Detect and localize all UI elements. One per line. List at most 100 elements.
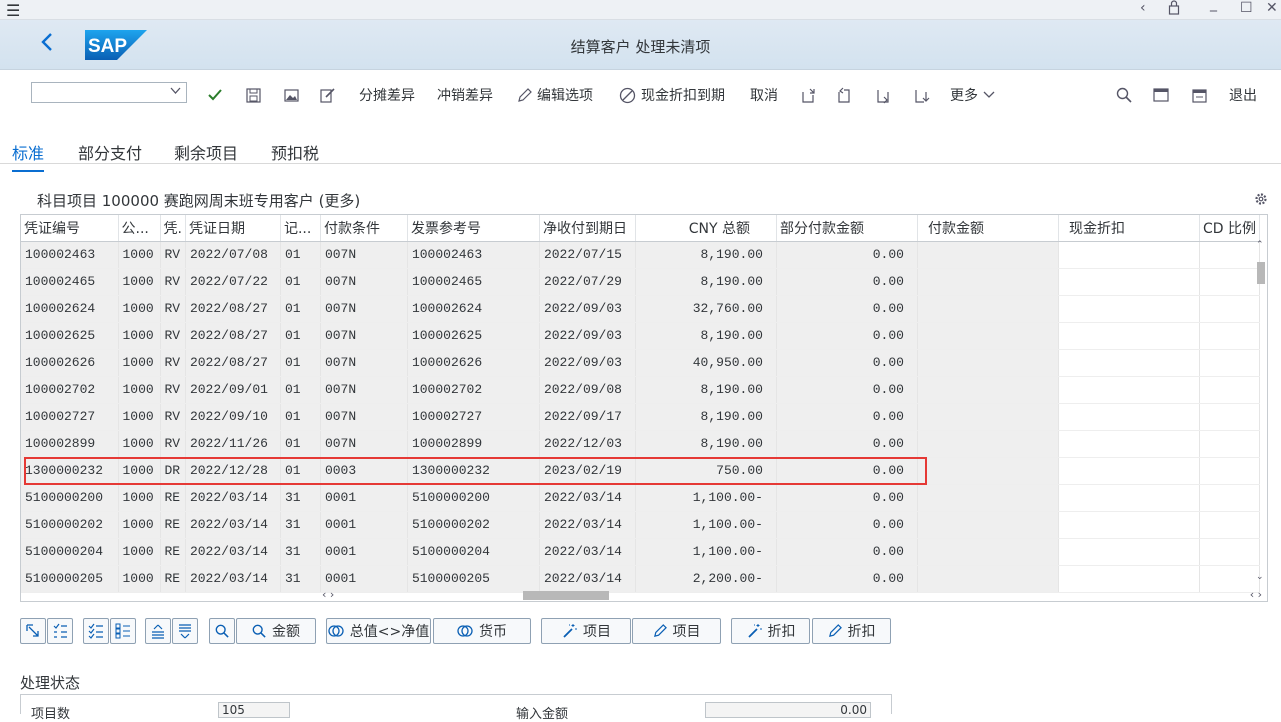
company-code-cell[interactable]: 1000 xyxy=(118,349,161,377)
column-header[interactable]: 凭证编号 xyxy=(21,215,119,242)
partial-payment-cell[interactable]: 0.00 xyxy=(776,349,918,377)
table-row[interactable]: 5100000200 1000 RE 2022/03/14 31 0001 51000002… xyxy=(21,484,1260,512)
maximize-icon[interactable]: ☐ xyxy=(1240,0,1253,16)
cd-ratio-cell[interactable] xyxy=(1199,376,1260,404)
payment-terms-cell[interactable]: 007N xyxy=(320,349,408,377)
payment-terms-cell[interactable]: 0001 xyxy=(320,538,408,566)
tab-withholding-tax[interactable]: 预扣税 xyxy=(271,140,319,164)
posting-key-cell[interactable]: 01 xyxy=(280,376,321,404)
table-row[interactable]: 100002465 1000 RV 2022/07/22 01 007N 100002465… xyxy=(21,268,1260,296)
company-code-cell[interactable]: 1000 xyxy=(118,295,161,323)
partial-payment-cell[interactable]: 0.00 xyxy=(776,376,918,404)
company-code-cell[interactable]: 1000 xyxy=(118,538,161,566)
partial-payment-cell[interactable]: 0.00 xyxy=(776,484,918,512)
payment-amount-cell[interactable] xyxy=(917,268,1059,296)
document-date-cell[interactable]: 2022/03/14 xyxy=(185,538,281,566)
partial-payment-cell[interactable]: 0.00 xyxy=(776,268,918,296)
partial-payment-cell[interactable]: 0.00 xyxy=(776,322,918,350)
table-row[interactable]: 100002727 1000 RV 2022/09/10 01 007N 100002727… xyxy=(21,403,1260,431)
net-due-date-cell[interactable]: 2022/09/08 xyxy=(539,376,636,404)
posting-key-cell[interactable]: 01 xyxy=(280,457,321,485)
vertical-scrollbar[interactable]: ⌃ ⌄ xyxy=(1254,240,1267,586)
activate-items-button[interactable] xyxy=(83,618,109,644)
net-due-date-cell[interactable]: 2022/07/29 xyxy=(539,268,636,296)
document-date-cell[interactable]: 2022/11/26 xyxy=(185,430,281,458)
more-button[interactable]: 更多 xyxy=(950,85,995,105)
net-due-date-cell[interactable]: 2023/02/19 xyxy=(539,457,636,485)
company-code-cell[interactable]: 1000 xyxy=(118,484,161,512)
posting-key-cell[interactable]: 01 xyxy=(280,295,321,323)
search-icon[interactable] xyxy=(1116,85,1132,105)
cancel-button[interactable]: 取消 xyxy=(750,85,778,105)
invoice-reference-cell[interactable]: 1300000232 xyxy=(407,457,540,485)
find-button[interactable] xyxy=(209,618,235,644)
posting-key-cell[interactable]: 31 xyxy=(280,511,321,539)
payment-amount-cell[interactable] xyxy=(917,349,1059,377)
partial-payment-cell[interactable]: 0.00 xyxy=(776,538,918,566)
column-header[interactable]: 付款条件 xyxy=(320,215,408,242)
cd-ratio-cell[interactable] xyxy=(1199,403,1260,431)
table-row[interactable]: 100002899 1000 RV 2022/11/26 01 007N 100002899… xyxy=(21,430,1260,458)
column-header[interactable]: 现金折扣 xyxy=(1058,215,1200,242)
net-due-date-cell[interactable]: 2022/12/03 xyxy=(539,430,636,458)
invoice-reference-cell[interactable]: 100002626 xyxy=(407,349,540,377)
invoice-reference-cell[interactable]: 5100000202 xyxy=(407,511,540,539)
payment-amount-cell[interactable] xyxy=(917,430,1059,458)
partial-payment-cell[interactable]: 0.00 xyxy=(776,457,918,485)
total-amount-cell[interactable]: 32,760.00 xyxy=(635,295,777,323)
lock-icon[interactable] xyxy=(1168,0,1180,19)
partial-payment-cell[interactable]: 0.00 xyxy=(776,403,918,431)
table-row[interactable]: 100002625 1000 RV 2022/08/27 01 007N 100002625… xyxy=(21,322,1260,350)
total-amount-cell[interactable]: 8,190.00 xyxy=(635,430,777,458)
partial-payment-cell[interactable]: 0.00 xyxy=(776,430,918,458)
items-edit-button[interactable]: 项目 xyxy=(632,618,721,644)
partial-payment-cell[interactable]: 0.00 xyxy=(776,511,918,539)
back-small-icon[interactable]: ‹ xyxy=(1140,0,1146,16)
table-row[interactable]: 100002702 1000 RV 2022/09/01 01 007N 100002702… xyxy=(21,376,1260,404)
doc-type-cell[interactable]: RV xyxy=(160,241,186,269)
invoice-reference-cell[interactable]: 100002702 xyxy=(407,376,540,404)
doc-type-cell[interactable]: RV xyxy=(160,268,186,296)
partial-payment-cell[interactable]: 0.00 xyxy=(776,295,918,323)
invoice-reference-cell[interactable]: 5100000200 xyxy=(407,484,540,512)
payment-amount-cell[interactable] xyxy=(917,295,1059,323)
net-due-date-cell[interactable]: 2022/03/14 xyxy=(539,538,636,566)
document-number-cell[interactable]: 100002899 xyxy=(21,430,119,458)
next-page-icon[interactable] xyxy=(874,85,891,105)
cash-discount-cell[interactable] xyxy=(1058,322,1200,350)
table-row[interactable]: 1300000232 1000 DR 2022/12/28 01 0003 13000002… xyxy=(21,457,1260,485)
payment-terms-cell[interactable]: 0001 xyxy=(320,484,408,512)
document-number-cell[interactable]: 100002465 xyxy=(21,268,119,296)
total-amount-cell[interactable]: 1,100.00- xyxy=(635,484,777,512)
payment-terms-cell[interactable]: 007N xyxy=(320,403,408,431)
cd-ratio-cell[interactable] xyxy=(1199,349,1260,377)
cash-discount-cell[interactable] xyxy=(1058,457,1200,485)
cd-ratio-cell[interactable] xyxy=(1199,538,1260,566)
doc-type-cell[interactable]: RV xyxy=(160,349,186,377)
net-due-date-cell[interactable]: 2022/09/03 xyxy=(539,349,636,377)
document-number-cell[interactable]: 100002625 xyxy=(21,322,119,350)
posting-key-cell[interactable]: 01 xyxy=(280,403,321,431)
company-code-cell[interactable]: 1000 xyxy=(118,457,161,485)
cd-ratio-cell[interactable] xyxy=(1199,511,1260,539)
document-number-cell[interactable]: 100002727 xyxy=(21,403,119,431)
menu-icon[interactable]: ☰ xyxy=(6,1,20,20)
company-code-cell[interactable]: 1000 xyxy=(118,241,161,269)
column-header[interactable]: CNY 总额 xyxy=(635,215,777,242)
payment-terms-cell[interactable]: 0001 xyxy=(320,511,408,539)
invoice-reference-cell[interactable]: 5100000204 xyxy=(407,538,540,566)
first-page-icon[interactable] xyxy=(800,85,817,105)
select-all-button[interactable] xyxy=(20,618,46,644)
doc-type-cell[interactable]: RE xyxy=(160,538,186,566)
currency-button[interactable]: 货币 xyxy=(433,618,531,644)
document-number-cell[interactable]: 5100000204 xyxy=(21,538,119,566)
doc-type-cell[interactable]: RV xyxy=(160,376,186,404)
table-row[interactable]: 100002624 1000 RV 2022/08/27 01 007N 100002624… xyxy=(21,295,1260,323)
exit-button[interactable]: 退出 xyxy=(1229,85,1257,105)
cash-discount-cell[interactable] xyxy=(1058,241,1200,269)
cd-ratio-cell[interactable] xyxy=(1199,322,1260,350)
sort-descending-button[interactable] xyxy=(172,618,198,644)
total-amount-cell[interactable]: 8,190.00 xyxy=(635,403,777,431)
distribute-difference-button[interactable]: 分摊差异 xyxy=(359,85,415,105)
company-code-cell[interactable]: 1000 xyxy=(118,322,161,350)
